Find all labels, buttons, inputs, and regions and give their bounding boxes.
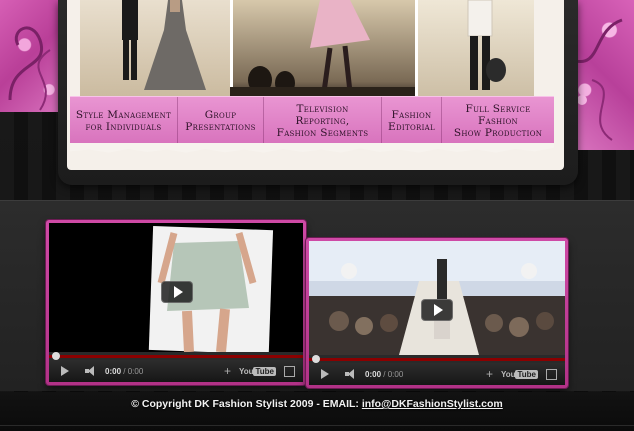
video-1-controls: 0:00 / 0:00 + You Tube	[49, 360, 303, 382]
video-1-screen[interactable]	[49, 223, 303, 352]
video-2-progress-knob[interactable]	[312, 355, 320, 363]
nav-item-fashion-editorial[interactable]: Fashion Editorial	[382, 97, 442, 144]
time-separator: /	[123, 366, 126, 376]
fullscreen-icon[interactable]	[546, 368, 557, 380]
video-2-time: 0:00 / 0:00	[365, 370, 403, 379]
nav-item-style-management[interactable]: Style Management for Individuals	[70, 97, 178, 144]
nav-label-line2: Presentations	[185, 120, 256, 133]
page: Style Management for Individuals Group Pre…	[0, 0, 634, 431]
video-player-2-body: 0:00 / 0:00 + You Tube	[309, 241, 565, 385]
footer-copyright: © Copyright DK Fashion Stylist 2009 - EM…	[0, 398, 634, 410]
play-icon[interactable]	[61, 366, 69, 376]
main-navigation: Style Management for Individuals Group Pre…	[70, 96, 554, 144]
volume-icon[interactable]	[345, 369, 357, 379]
email-link[interactable]: info@DKFashionStylist.com	[362, 398, 503, 410]
nav-label-line1: Style Management	[75, 108, 172, 121]
nav-label-line1: Fashion	[391, 108, 432, 121]
play-icon	[433, 304, 443, 316]
video-2-play-overlay-button[interactable]	[421, 299, 453, 321]
nav-item-group-presentations[interactable]: Group Presentations	[178, 97, 264, 144]
fullscreen-icon[interactable]	[284, 365, 295, 377]
youtube-logo-tube: Tube	[515, 369, 538, 379]
nav-label-line2: Show Production	[453, 126, 543, 139]
footer-divider	[0, 425, 634, 426]
video-1-progress-bar[interactable]	[49, 352, 303, 360]
video-2-progress-bar[interactable]	[309, 355, 565, 363]
nav-label-line1: Television Reporting,	[295, 102, 350, 127]
play-icon	[173, 286, 183, 298]
video-player-2: 0:00 / 0:00 + You Tube	[306, 238, 568, 388]
video-2-controls-right: + You Tube	[486, 367, 557, 381]
time-total: 0:00	[127, 366, 144, 376]
youtube-logo[interactable]: You Tube	[500, 369, 538, 379]
nav-label-line2: Fashion Segments	[276, 126, 369, 139]
youtube-logo-tube: Tube	[253, 366, 276, 376]
play-icon[interactable]	[321, 369, 329, 379]
video-1-time: 0:00 / 0:00	[105, 367, 143, 376]
video-2-thumbnail	[309, 241, 565, 355]
volume-icon[interactable]	[85, 366, 97, 376]
youtube-logo-you: You	[238, 366, 254, 376]
model-figure-gown	[144, 0, 206, 90]
model-figure-white-shirt	[467, 0, 506, 90]
video-player-1-body: 0:00 / 0:00 + You Tube	[49, 223, 303, 382]
time-current: 0:00	[365, 369, 382, 379]
nav-label-line2: for Individuals	[85, 120, 162, 133]
nav-label-line1: Full Service Fashion	[465, 102, 531, 127]
time-separator: /	[383, 369, 386, 379]
video-1-play-overlay-button[interactable]	[161, 281, 193, 303]
nav-item-television-reporting[interactable]: Television Reporting, Fashion Segments	[264, 97, 382, 144]
video-2-progress-fill	[309, 358, 565, 361]
nav-label-line1: Group	[204, 108, 237, 121]
video-2-screen[interactable]	[309, 241, 565, 355]
time-current: 0:00	[105, 366, 122, 376]
youtube-logo[interactable]: You Tube	[238, 366, 276, 376]
video-2-controls: 0:00 / 0:00 + You Tube	[309, 363, 565, 385]
plus-icon[interactable]: +	[486, 367, 493, 381]
time-total: 0:00	[387, 369, 404, 379]
video-1-controls-right: + You Tube	[224, 364, 295, 378]
video-player-1: 0:00 / 0:00 + You Tube	[46, 220, 306, 385]
runway-banner-photo	[80, 0, 534, 96]
nav-label-line2: Editorial	[388, 120, 435, 133]
youtube-logo-you: You	[500, 369, 516, 379]
plus-icon[interactable]: +	[224, 364, 231, 378]
video-1-progress-fill	[49, 355, 303, 358]
nav-item-full-service-show-production[interactable]: Full Service Fashion Show Production	[442, 97, 554, 144]
audience-silhouettes	[230, 66, 415, 96]
copyright-text: © Copyright DK Fashion Stylist 2009 - EM…	[131, 398, 362, 410]
video-1-progress-knob[interactable]	[52, 352, 60, 360]
